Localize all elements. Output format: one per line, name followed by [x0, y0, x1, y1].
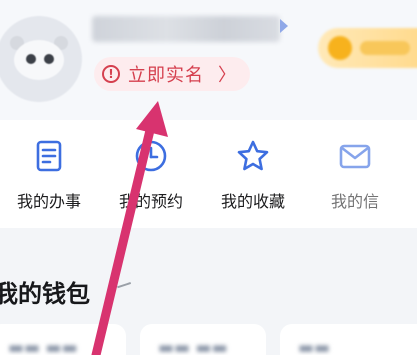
wallet-annotation-mark	[117, 282, 133, 294]
wallet-title: 我的钱包	[0, 280, 90, 308]
coin-icon	[328, 36, 352, 60]
quick-actions: 我的办事 我的预约 我的收藏 我的信	[0, 120, 417, 228]
document-icon	[36, 140, 62, 172]
action-label: 我的办事	[16, 192, 81, 211]
warning-icon: !	[102, 65, 120, 83]
action-my-appointments[interactable]: 我的预约	[106, 138, 196, 212]
action-label: 我的收藏	[220, 192, 285, 211]
action-my-affairs[interactable]: 我的办事	[4, 138, 94, 212]
chevron-right-icon[interactable]	[280, 19, 288, 33]
wallet-card[interactable]: ▬▬	[280, 324, 417, 355]
wallet-card-text-redacted: ▬▬ ▬▬	[8, 338, 78, 355]
wallet-card-text-redacted: ▬▬ ▬▬	[158, 338, 228, 355]
avatar-eye-left	[26, 54, 36, 64]
avatar-eye-right	[44, 54, 54, 64]
clock-icon	[135, 140, 167, 172]
wallet-card[interactable]: ▬▬ ▬▬	[0, 324, 126, 355]
mail-icon	[339, 144, 371, 169]
action-label: 我的信	[330, 192, 379, 211]
avatar-face	[14, 40, 64, 80]
profile-header: ! 立即实名 〉	[0, 0, 417, 120]
avatar[interactable]	[0, 16, 82, 102]
member-badge-text-redacted	[360, 41, 410, 55]
action-my-letters[interactable]: 我的信	[310, 138, 400, 212]
real-name-verify-label: 立即实名	[128, 65, 204, 86]
wallet-card-text-redacted: ▬▬	[298, 338, 331, 355]
real-name-verify-button[interactable]: ! 立即实名 〉	[94, 57, 250, 91]
wallet-section: 我的钱包 ▬▬ ▬▬ ▬▬ ▬▬ ▬▬	[0, 228, 417, 355]
chevron-right-icon: 〉	[218, 65, 236, 86]
member-badge[interactable]	[318, 28, 417, 68]
star-icon	[237, 140, 269, 171]
wallet-card[interactable]: ▬▬ ▬▬	[140, 324, 266, 355]
action-label: 我的预约	[118, 192, 183, 211]
username-redacted[interactable]	[92, 16, 280, 42]
action-my-favorites[interactable]: 我的收藏	[208, 138, 298, 212]
my-page-screen: ! 立即实名 〉 我的办事 我的预约 我的收藏 我的信 我的钱包 ▬▬ ▬▬ ▬…	[0, 0, 417, 355]
